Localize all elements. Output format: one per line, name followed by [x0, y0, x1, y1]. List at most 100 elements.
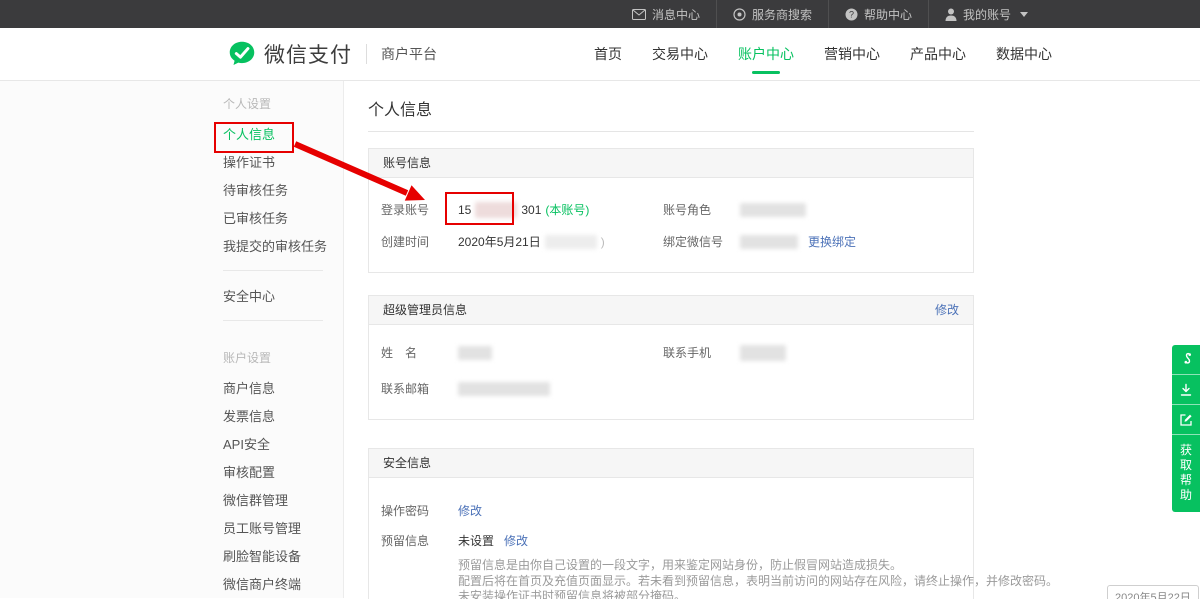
brand-name: 微信支付: [264, 39, 352, 69]
wechat-pay-logo-icon: [228, 40, 256, 68]
sidebar-divider: [223, 320, 323, 321]
contact-phone-label: 联系手机: [663, 344, 740, 361]
download-icon: [1179, 383, 1193, 397]
created-time-label: 创建时间: [381, 233, 458, 250]
date-tooltip: 2020年5月22日: [1107, 585, 1199, 599]
nav-account-center[interactable]: 账户中心: [736, 28, 796, 80]
login-account-row: 登录账号 15 301 (本账号) 账号角色: [381, 201, 973, 218]
page-title: 个人信息: [368, 100, 1200, 122]
reserved-info-row: 预留信息 未设置 修改: [381, 532, 973, 549]
edit-icon: [1179, 413, 1193, 427]
help-center-menu[interactable]: ? 帮助中心: [828, 0, 928, 28]
description-line: 配置后将在首页及充值页面显示。若未看到预留信息，表明当前访问的网站存在风险，请终…: [458, 574, 973, 590]
sidebar-item-review-config[interactable]: 审核配置: [223, 459, 343, 487]
envelope-icon: [632, 9, 646, 20]
sidebar-item-reviewed-tasks[interactable]: 已审核任务: [223, 205, 343, 233]
sidebar-item-operation-certificate[interactable]: 操作证书: [223, 149, 343, 177]
super-admin-panel-header: 超级管理员信息 修改: [369, 296, 973, 325]
sidebar-item-merchant-info[interactable]: 商户信息: [223, 375, 343, 403]
site-header: 微信支付 商户平台 首页 交易中心 账户中心 营销中心 产品中心 数据中心: [0, 28, 1200, 81]
super-admin-panel-body: 姓 名 联系手机 联系邮箱: [369, 344, 973, 419]
sidebar-spacer: [223, 333, 343, 351]
nav-data-center[interactable]: 数据中心: [994, 28, 1054, 80]
feedback-edit-button[interactable]: [1172, 405, 1200, 435]
main-content: 个人信息 账号信息 登录账号 15 301 (本账号): [344, 81, 1200, 598]
created-time-paren: ): [601, 235, 605, 249]
search-icon: [733, 8, 746, 21]
question-icon: ?: [845, 8, 858, 21]
floating-helper-widget: 获取帮助: [1172, 345, 1200, 512]
topbar-item-label: 我的账号: [963, 6, 1011, 23]
redacted-account-role: [740, 203, 806, 217]
sidebar: 个人设置 个人信息 操作证书 待审核任务 已审核任务 我提交的审核任务 安全中心…: [0, 81, 344, 598]
sidebar-item-my-submitted-tasks[interactable]: 我提交的审核任务: [223, 233, 343, 261]
svg-text:?: ?: [849, 9, 854, 19]
service-provider-search-menu[interactable]: 服务商搜索: [716, 0, 828, 28]
sidebar-item-staff-account-mgmt[interactable]: 员工账号管理: [223, 515, 343, 543]
super-admin-panel: 超级管理员信息 修改 姓 名 联系手机 联系邮箱: [368, 295, 974, 420]
message-center-menu[interactable]: 消息中心: [616, 0, 716, 28]
reserved-info-description: 预留信息是由你自己设置的一段文字，用来鉴定网站身份，防止假冒网站造成损失。 配置…: [458, 558, 973, 599]
content-area: 个人设置 个人信息 操作证书 待审核任务 已审核任务 我提交的审核任务 安全中心…: [0, 81, 1200, 598]
security-info-panel-header: 安全信息: [369, 449, 973, 478]
sidebar-item-api-security[interactable]: API安全: [223, 431, 343, 459]
admin-name-label: 姓 名: [381, 344, 458, 361]
admin-name-row: 姓 名 联系手机: [381, 344, 973, 361]
account-info-panel: 账号信息 登录账号 15 301 (本账号) 账号角色: [368, 148, 974, 273]
security-info-panel-body: 操作密码 修改 预留信息 未设置 修改 预留信息是由你自己设置的一段文字，用来鉴…: [369, 502, 973, 599]
reserved-info-label: 预留信息: [381, 532, 458, 549]
nav-home[interactable]: 首页: [592, 28, 624, 80]
redacted-wechat-id: [740, 235, 798, 249]
my-account-menu[interactable]: 我的账号: [928, 0, 1044, 28]
account-info-panel-body: 登录账号 15 301 (本账号) 账号角色 创建时间: [369, 201, 973, 272]
sidebar-item-personal-info[interactable]: 个人信息: [223, 121, 343, 149]
get-help-label: 获取帮助: [1180, 443, 1192, 503]
contact-phone-field: 联系手机: [663, 344, 786, 361]
topbar-item-label: 帮助中心: [864, 6, 912, 23]
sidebar-item-security-center[interactable]: 安全中心: [223, 283, 343, 311]
sidebar-item-pending-review-tasks[interactable]: 待审核任务: [223, 177, 343, 205]
download-button[interactable]: [1172, 375, 1200, 405]
sidebar-section-account-settings: 账户设置: [223, 351, 343, 365]
redacted-created-time: [545, 235, 597, 249]
quick-link-button[interactable]: [1172, 345, 1200, 375]
operation-password-label: 操作密码: [381, 502, 458, 519]
get-help-button[interactable]: 获取帮助: [1172, 435, 1200, 512]
sidebar-item-wechat-group-mgmt[interactable]: 微信群管理: [223, 487, 343, 515]
nav-product-center[interactable]: 产品中心: [908, 28, 968, 80]
user-icon: [945, 8, 957, 21]
modify-reserved-info-link[interactable]: 修改: [504, 532, 528, 549]
wechat-pay-merchant-platform-page: 消息中心 服务商搜索 ? 帮助中心 我的账号 微信支付 商户平台 首页: [0, 0, 1200, 599]
account-role-field: 账号角色: [663, 201, 806, 218]
nav-marketing-center[interactable]: 营销中心: [822, 28, 882, 80]
primary-nav: 首页 交易中心 账户中心 营销中心 产品中心 数据中心: [592, 28, 1080, 80]
login-account-suffix: 301: [521, 203, 541, 217]
redacted-contact-email: [458, 382, 550, 396]
redacted-login-account: [475, 202, 517, 218]
panel-title: 安全信息: [383, 449, 431, 477]
security-info-panel: 安全信息 操作密码 修改 预留信息 未设置 修改 预留信息是由你自己设置的一段文…: [368, 448, 974, 599]
sidebar-item-face-smart-device[interactable]: 刷脸智能设备: [223, 543, 343, 571]
account-role-label: 账号角色: [663, 201, 740, 218]
redacted-admin-name: [458, 346, 492, 360]
panel-title: 账号信息: [383, 149, 431, 177]
bound-wechat-label: 绑定微信号: [663, 233, 740, 250]
sidebar-divider: [223, 270, 323, 271]
modify-password-link[interactable]: 修改: [458, 502, 482, 519]
sidebar-item-wechat-merchant-terminal[interactable]: 微信商户终端: [223, 571, 343, 599]
sidebar-section-personal-settings: 个人设置: [223, 97, 343, 111]
topbar-item-label: 消息中心: [652, 6, 700, 23]
portal-name: 商户平台: [381, 44, 437, 64]
sidebar-item-invoice-info[interactable]: 发票信息: [223, 403, 343, 431]
nav-transaction-center[interactable]: 交易中心: [650, 28, 710, 80]
operation-password-row: 操作密码 修改: [381, 502, 973, 519]
created-time-value: 2020年5月21日 ): [458, 233, 605, 250]
change-binding-link[interactable]: 更换绑定: [808, 233, 856, 250]
brand[interactable]: 微信支付 商户平台: [228, 39, 437, 69]
login-account-prefix: 15: [458, 203, 471, 217]
topbar-item-label: 服务商搜索: [752, 6, 812, 23]
link-icon: [1180, 352, 1193, 367]
login-account-value: 15 301 (本账号): [458, 201, 589, 218]
bound-wechat-field: 绑定微信号 更换绑定: [663, 233, 856, 250]
modify-admin-link[interactable]: 修改: [935, 296, 959, 324]
